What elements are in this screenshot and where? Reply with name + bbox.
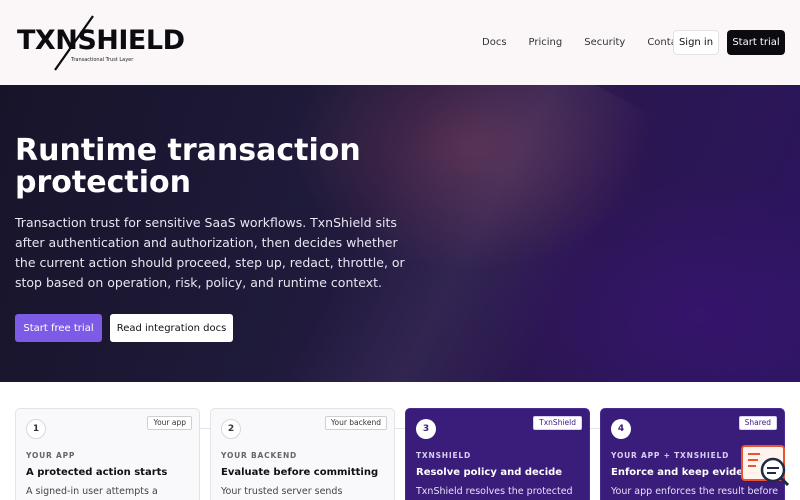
hero-title: Runtime transaction protection: [15, 133, 361, 200]
hero-section: Runtime transaction protection Transacti…: [0, 85, 800, 382]
step-title: Resolve policy and decide: [416, 467, 563, 478]
step-card-2: 2 Your backend YOUR BACKEND Evaluate bef…: [210, 408, 395, 500]
support-chat-icon[interactable]: [740, 443, 792, 489]
step-body: Your trusted server sends: [221, 486, 343, 497]
step-card-3: 3 TxnShield TXNSHIELD Resolve policy and…: [405, 408, 590, 500]
step-body: A signed-in user attempts a concrete: [26, 486, 158, 500]
step-kicker: YOUR APP + TXNSHIELD: [611, 451, 730, 460]
nav-docs[interactable]: Docs: [482, 36, 507, 50]
step-kicker: TXNSHIELD: [416, 451, 471, 460]
logo-slash-icon: [54, 15, 94, 71]
step-badge: Your app: [147, 416, 192, 430]
step-badge: Shared: [738, 416, 777, 430]
site-header: TXNSHIELD Transactional Trust Layer Docs…: [0, 0, 800, 85]
read-integration-docs-button[interactable]: Read integration docs: [110, 314, 233, 342]
brand-logo[interactable]: TXNSHIELD Transactional Trust Layer: [17, 14, 187, 72]
step-title: Evaluate before committing: [221, 467, 379, 478]
brand-tagline: Transactional Trust Layer: [71, 57, 134, 63]
step-number: 4: [611, 419, 631, 439]
step-body: TxnShield resolves the protected: [416, 486, 573, 497]
step-kicker: YOUR APP: [26, 451, 76, 460]
start-trial-button[interactable]: Start trial: [727, 30, 785, 55]
step-card-1: 1 Your app YOUR APP A protected action s…: [15, 408, 200, 500]
step-number: 1: [26, 419, 46, 439]
step-badge: TxnShield: [533, 416, 582, 430]
nav-security[interactable]: Security: [584, 36, 625, 50]
step-number: 3: [416, 419, 436, 439]
nav-pricing[interactable]: Pricing: [529, 36, 563, 50]
step-kicker: YOUR BACKEND: [221, 451, 298, 460]
step-number: 2: [221, 419, 241, 439]
start-free-trial-button[interactable]: Start free trial: [15, 314, 102, 342]
hero-description: Transaction trust for sensitive SaaS wor…: [15, 215, 405, 290]
step-badge: Your backend: [324, 416, 387, 430]
sign-in-button[interactable]: Sign in: [673, 30, 719, 55]
step-title: A protected action starts: [26, 467, 168, 478]
